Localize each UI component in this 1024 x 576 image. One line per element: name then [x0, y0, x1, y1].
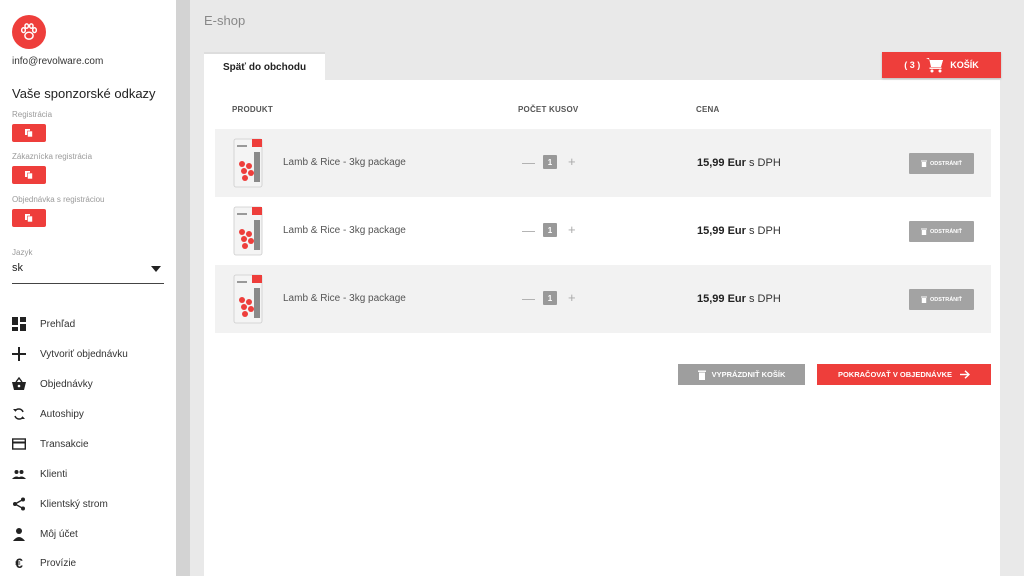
nav-label: Vytvoriť objednávku: [40, 348, 128, 360]
shopping-cart-icon: [926, 58, 944, 73]
trash-icon: [920, 160, 927, 167]
copy-customer-registration-link-button[interactable]: [12, 166, 46, 184]
nav-item-create-order[interactable]: Vytvoriť objednávku: [12, 346, 128, 362]
copy-registration-link-button[interactable]: [12, 124, 46, 142]
people-icon: [12, 467, 26, 481]
nav-item-transactions[interactable]: Transakcie: [12, 436, 89, 452]
nav-label: Provízie: [40, 557, 77, 569]
cart-button[interactable]: ( 3 ) KOŠÍK: [882, 52, 1001, 78]
sidebar-scroll-gutter: [176, 0, 190, 576]
nav-label: Transakcie: [40, 438, 89, 450]
column-header-product: PRODUKT: [232, 105, 273, 114]
quantity-value[interactable]: 1: [543, 155, 557, 169]
nav-item-client-tree[interactable]: Klientský strom: [12, 496, 108, 512]
share-icon: [12, 497, 26, 511]
product-image: [233, 138, 263, 188]
quantity-decrease-button[interactable]: —: [522, 291, 535, 306]
referral-label-order-registration: Objednávka s registráciou: [12, 195, 105, 204]
remove-label: ODSTRÁNIŤ: [929, 228, 963, 235]
language-label: Jazyk: [12, 248, 33, 257]
quantity-increase-button[interactable]: +: [568, 222, 576, 237]
price-suffix: s DPH: [745, 157, 781, 169]
language-select[interactable]: sk: [12, 262, 164, 284]
basket-icon: [12, 377, 26, 391]
continue-label: POKRAČOVAŤ V OBJEDNÁVKE: [837, 370, 953, 379]
nav-item-my-account[interactable]: Môj účet: [12, 526, 78, 542]
nav-label: Klienti: [40, 468, 68, 480]
nav-label: Objednávky: [40, 378, 93, 390]
price-suffix: s DPH: [745, 293, 781, 305]
product-name: Lamb & Rice - 3kg package: [283, 157, 406, 168]
product-price: 15,99 Eur s DPH: [697, 157, 781, 169]
quantity-decrease-button[interactable]: —: [522, 155, 535, 170]
copy-order-registration-link-button[interactable]: [12, 209, 46, 227]
dashboard-icon: [12, 317, 26, 331]
continue-order-button[interactable]: POKRAČOVAŤ V OBJEDNÁVKE: [817, 364, 991, 385]
chevron-down-icon: [151, 266, 161, 272]
sync-icon: [12, 407, 26, 421]
price-amount: 15,99 Eur: [697, 157, 746, 169]
nav-item-overview[interactable]: Prehľad: [12, 316, 75, 332]
quantity-increase-button[interactable]: +: [568, 154, 576, 169]
remove-item-button[interactable]: ODSTRÁNIŤ: [909, 221, 974, 242]
nav-label: Prehľad: [40, 318, 76, 330]
copy-icon: [25, 171, 33, 180]
nav-item-clients[interactable]: Klienti: [12, 466, 67, 482]
quantity-decrease-button[interactable]: —: [522, 223, 535, 238]
sponsor-links-title: Vaše sponzorské odkazy: [12, 86, 156, 101]
quantity-increase-button[interactable]: +: [568, 290, 576, 305]
price-suffix: s DPH: [745, 225, 781, 237]
user-email: info@revolware.com: [12, 56, 104, 67]
trash-icon: [920, 228, 927, 235]
language-value: sk: [12, 262, 23, 274]
nav-item-commissions[interactable]: € Provízie: [12, 555, 76, 571]
product-image: [233, 206, 263, 256]
table-row: Lamb & Rice - 3kg package — 1 + 15,99 Eu…: [215, 197, 991, 265]
cart-label: KOŠÍK: [950, 60, 979, 70]
nav-label: Klientský strom: [40, 498, 108, 510]
product-name: Lamb & Rice - 3kg package: [283, 225, 406, 236]
empty-cart-button[interactable]: VYPRÁZDNIŤ KOŠÍK: [678, 364, 805, 385]
price-amount: 15,99 Eur: [697, 225, 746, 237]
trash-icon: [920, 296, 927, 303]
nav-item-orders[interactable]: Objednávky: [12, 376, 93, 392]
table-row: Lamb & Rice - 3kg package — 1 + 15,99 Eu…: [215, 129, 991, 197]
remove-label: ODSTRÁNIŤ: [929, 296, 963, 303]
arrow-right-icon: [960, 370, 971, 379]
table-row: Lamb & Rice - 3kg package — 1 + 15,99 Eu…: [215, 265, 991, 333]
sidebar: info@revolware.com Vaše sponzorské odkaz…: [0, 0, 176, 576]
remove-item-button[interactable]: ODSTRÁNIŤ: [909, 153, 974, 174]
product-price: 15,99 Eur s DPH: [697, 225, 781, 237]
cart-count: ( 3 ): [904, 60, 921, 70]
quantity-value[interactable]: 1: [543, 291, 557, 305]
referral-label-customer-registration: Zákaznícka registrácia: [12, 152, 93, 161]
product-image: [233, 274, 263, 324]
remove-label: ODSTRÁNIŤ: [929, 160, 963, 167]
person-icon: [12, 527, 26, 541]
copy-icon: [25, 214, 33, 223]
quantity-value[interactable]: 1: [543, 223, 557, 237]
page-title: E-shop: [204, 13, 246, 28]
remove-item-button[interactable]: ODSTRÁNIŤ: [909, 289, 974, 310]
paw-logo-icon[interactable]: [12, 15, 46, 49]
tab-back-to-shop[interactable]: Späť do obchodu: [204, 52, 325, 80]
euro-icon: €: [15, 555, 23, 571]
referral-label-registration: Registrácia: [12, 110, 53, 119]
column-header-price: CENA: [696, 105, 720, 114]
price-amount: 15,99 Eur: [697, 293, 746, 305]
trash-icon: [697, 370, 706, 380]
credit-card-icon: [12, 437, 26, 451]
product-price: 15,99 Eur s DPH: [697, 293, 781, 305]
nav-item-autoships[interactable]: Autoshipy: [12, 406, 84, 422]
nav-label: Môj účet: [40, 528, 78, 540]
product-name: Lamb & Rice - 3kg package: [283, 293, 406, 304]
plus-icon: [12, 347, 26, 361]
empty-cart-label: VYPRÁZDNIŤ KOŠÍK: [711, 370, 786, 379]
nav-label: Autoshipy: [40, 408, 84, 420]
column-header-quantity: POČET KUSOV: [518, 105, 579, 114]
copy-icon: [25, 129, 33, 138]
